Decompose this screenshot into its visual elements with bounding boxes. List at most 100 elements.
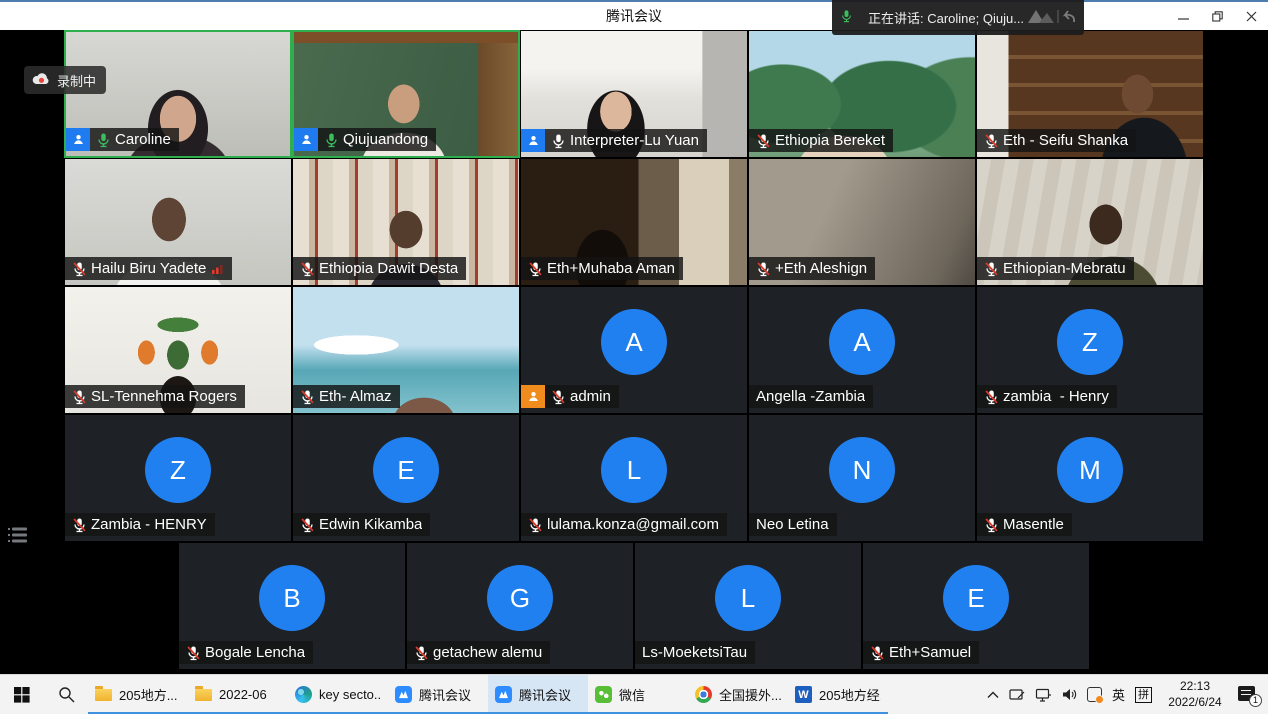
avatar: L [715,565,781,631]
network-display-icon[interactable] [1035,688,1052,702]
taskbar-app-label: 205地方经... [819,685,881,704]
participant-name: Ls-MoeketsiTau [642,644,747,661]
avatar: Z [1057,309,1123,375]
ime-pinyin-indicator[interactable]: 拼 [1135,687,1152,703]
taskbar-app-chrome[interactable]: 全国援外... [688,675,788,714]
tencent-meeting-icon [395,686,412,703]
member-badge-icon [294,128,318,151]
participant-name: Ethiopian-Mebratu [1003,260,1126,277]
pen-tablet-icon[interactable] [1009,688,1025,701]
participant-video-tile[interactable]: Caroline [64,30,292,158]
participant-name: Masentle [1003,516,1064,533]
edge-icon [295,686,312,703]
chrome-icon [695,686,712,703]
avatar-letter: L [627,455,641,486]
clock-date: 2022/6/24 [1162,695,1228,711]
taskbar-app-edge[interactable]: key secto... [288,675,388,714]
participant-avatar-tile[interactable]: Zzambia - Henry [976,286,1204,414]
volume-icon[interactable] [1062,688,1077,701]
clock-time: 22:13 [1162,679,1228,695]
participant-avatar-tile[interactable]: Aadmin [520,286,748,414]
participant-video-tile[interactable]: Eth+Muhaba Aman [520,158,748,286]
participant-avatar-tile[interactable]: A Angella -Zambia [748,286,976,414]
close-button[interactable] [1234,2,1268,30]
participant-avatar-tile[interactable]: NNeo Letina [748,414,976,542]
participant-label: +Eth Aleshign [749,257,875,280]
avatar: Z [145,437,211,503]
taskbar-app-label: 全国援外... [719,685,781,704]
mic-muted-icon [300,517,315,533]
taskbar-app-tencent-meeting-1[interactable]: 腾讯会议 [388,675,488,714]
taskbar-app-tencent-meeting-2[interactable]: 腾讯会议 [488,675,588,714]
mic-muted-icon [528,517,543,533]
participant-avatar-tile[interactable]: L Ls-MoeketsiTau [634,542,862,670]
recording-badge[interactable]: 录制中 [24,66,106,94]
participant-label: Ethiopia Bereket [749,129,893,152]
participant-avatar-tile[interactable]: Llulama.konza@gmail.com [520,414,748,542]
mic-on-icon [96,132,111,148]
participant-name: Zambia - HENRY [91,516,207,533]
participant-name: Caroline [115,131,171,148]
mic-on-icon [324,132,339,148]
taskbar-clock[interactable]: 22:13 2022/6/24 [1162,679,1228,710]
participant-name: admin [570,388,611,405]
participant-label: Eth- Almaz [293,385,400,408]
participant-avatar-tile[interactable]: Z Zambia - HENRY [64,414,292,542]
search-button[interactable] [44,675,88,714]
taskbar-app-label: 2022-06 [219,687,267,702]
mic-muted-icon [756,133,771,149]
participant-video-tile[interactable]: Ethiopia Dawit Desta [292,158,520,286]
tray-expand-chevron-icon[interactable] [987,691,999,699]
participant-avatar-tile[interactable]: E Edwin Kikamba [292,414,520,542]
avatar: E [373,437,439,503]
participant-avatar-tile[interactable]: Ggetachew alemu [406,542,634,670]
mic-muted-icon [756,261,771,277]
participant-label: Eth+Samuel [863,641,979,664]
dictionary-tray-icon[interactable] [1087,687,1102,702]
member-badge-icon [66,128,90,151]
participant-video-tile[interactable]: Eth- Almaz [292,286,520,414]
avatar-letter: L [741,583,755,614]
participant-video-tile[interactable]: Qiujuandong [292,30,520,158]
participant-label: Neo Letina [749,513,837,536]
participant-label: admin [521,385,619,408]
mic-muted-icon [72,389,87,405]
avatar: A [829,309,895,375]
taskbar-app-label: 205地方... [119,685,178,704]
minimize-button[interactable] [1166,2,1200,30]
member-list-icon[interactable] [8,527,30,549]
participant-video-tile[interactable]: SL-Tennehma Rogers [64,286,292,414]
participant-label: lulama.konza@gmail.com [521,513,727,536]
taskbar-app-folder-205[interactable]: 205地方... [88,675,188,714]
participant-video-tile[interactable]: Interpreter-Lu Yuan [520,30,748,158]
avatar-letter: E [397,455,414,486]
avatar: A [601,309,667,375]
participant-name: getachew alemu [433,644,542,661]
ime-english-indicator[interactable]: 英 [1112,685,1125,704]
avatar: E [943,565,1009,631]
participant-video-tile[interactable]: Hailu Biru Yadete [64,158,292,286]
mic-muted-icon [72,261,87,277]
taskbar-app-label: 腾讯会议 [419,685,471,704]
taskbar-app-folder-2022-06[interactable]: 2022-06 [188,675,288,714]
participant-name: Eth+Muhaba Aman [547,260,675,277]
participant-avatar-tile[interactable]: BBogale Lencha [178,542,406,670]
participant-video-tile[interactable]: +Eth Aleshign [748,158,976,286]
participant-video-tile[interactable]: Ethiopia Bereket [748,30,976,158]
taskbar-app-wechat[interactable]: 微信 [588,675,688,714]
participant-video-tile[interactable]: Eth - Seifu Shanka [976,30,1204,158]
participant-avatar-tile[interactable]: MMasentle [976,414,1204,542]
participant-name: Angella -Zambia [756,388,865,405]
restore-button[interactable] [1200,2,1234,30]
mic-muted-icon [72,517,87,533]
participant-name: Ethiopia Dawit Desta [319,260,458,277]
avatar-letter: E [967,583,984,614]
participant-video-tile[interactable]: Ethiopian-Mebratu [976,158,1204,286]
taskbar-app-word[interactable]: W 205地方经... [788,675,888,714]
action-center-icon[interactable]: 1 [1238,685,1260,705]
participant-label: Ls-MoeketsiTau [635,641,755,664]
wechat-icon [595,686,612,703]
participant-avatar-tile[interactable]: E Eth+Samuel [862,542,1090,670]
participant-label: Edwin Kikamba [293,513,430,536]
start-button[interactable] [0,675,44,714]
